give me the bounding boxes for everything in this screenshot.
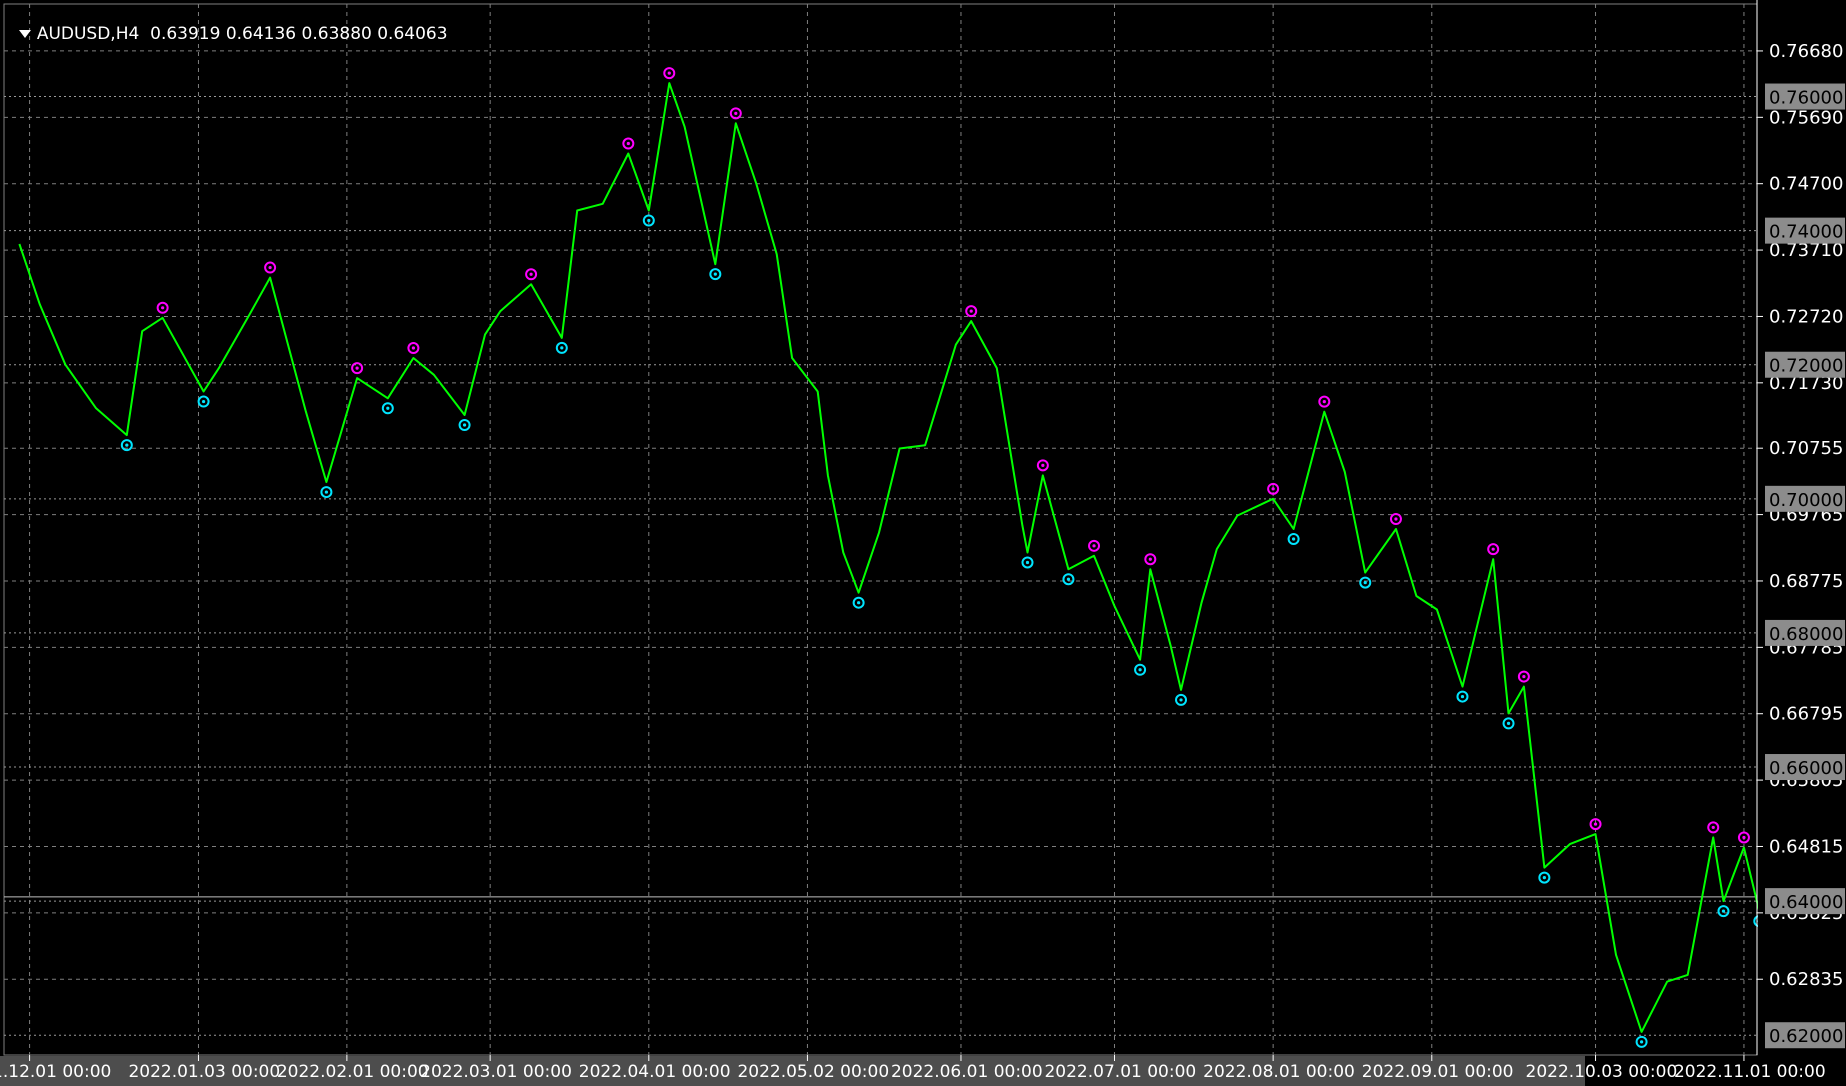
price-axis: 0.766800.756900.747000.737100.727200.717… — [1756, 0, 1846, 1086]
peak-marker-dot — [1742, 835, 1746, 840]
peak-marker-dot — [1394, 517, 1398, 521]
time-tick-label: 2022.11.01 00:00 — [1674, 1062, 1826, 1082]
trough-marker-dot — [1179, 698, 1183, 702]
price-chart[interactable]: 0.766800.756900.747000.737100.727200.717… — [0, 0, 1846, 1086]
price-tick-label: 0.66795 — [1769, 704, 1843, 725]
time-tick-label: 2022.09.01 00:00 — [1362, 1062, 1514, 1082]
trough-marker-dot — [1460, 694, 1465, 699]
chart-menu-triangle-icon[interactable] — [18, 30, 31, 38]
peak-marker-dot — [1271, 487, 1275, 491]
peak-marker-dot — [1148, 557, 1152, 561]
round-level-label: 0.74000 — [1769, 222, 1843, 243]
price-tick-label: 0.74700 — [1769, 174, 1843, 195]
peak-marker-dot — [1041, 463, 1045, 467]
price-tick-label: 0.76680 — [1769, 41, 1843, 62]
trough-marker-dot — [1066, 577, 1071, 581]
price-tick-label: 0.72720 — [1769, 306, 1843, 327]
trough-marker-dot — [647, 218, 651, 223]
ohlc-readout: 0.63919 0.64136 0.63880 0.64063 — [150, 24, 448, 44]
time-tick-label: 2022.07.01 00:00 — [1044, 1062, 1196, 1082]
trough-marker-dot — [857, 601, 861, 605]
peak-marker-dot — [1092, 544, 1096, 548]
trough-marker-dot — [125, 443, 129, 447]
round-level-label: 0.64000 — [1769, 892, 1843, 913]
trough-marker-dot — [1542, 875, 1546, 880]
price-tick-label: 0.75690 — [1769, 107, 1843, 128]
trough-marker-dot — [386, 406, 390, 410]
round-level-label: 0.70000 — [1769, 490, 1843, 511]
peak-marker-dot — [667, 71, 671, 75]
time-tick-label: 2022.03.01 00:00 — [420, 1062, 572, 1082]
time-tick-label: 2022.04.01 00:00 — [579, 1062, 731, 1082]
time-axis: 2021.12.01 00:00 2022.01.03 00:002022.02.… — [0, 1055, 1826, 1086]
trough-marker-dot — [324, 490, 329, 494]
price-tick-label: 0.62835 — [1769, 969, 1843, 990]
peak-marker-dot — [1711, 825, 1715, 830]
trough-marker-dot — [1506, 721, 1511, 725]
peak-marker-dot — [969, 309, 973, 313]
time-tick-label: 2022.08.01 00:00 — [1203, 1062, 1355, 1082]
peak-marker-dot — [529, 272, 533, 276]
time-tick-label: 2022.01.03 00:00 — [128, 1062, 280, 1082]
trough-marker-dot — [201, 399, 206, 404]
round-level-label: 0.76000 — [1769, 88, 1843, 109]
round-level-label: 0.62000 — [1769, 1026, 1843, 1047]
price-tick-label: 0.64815 — [1769, 836, 1843, 857]
trough-marker-dot — [1363, 580, 1367, 585]
price-tick-label: 0.68775 — [1769, 571, 1843, 592]
peak-marker-dot — [734, 111, 738, 115]
chart-background — [0, 0, 1846, 1086]
price-tick-label: 0.70755 — [1769, 438, 1843, 459]
time-tick-label: 2022.02.01 00:00 — [277, 1062, 429, 1082]
time-tick-label: 2022.06.01 00:00 — [891, 1062, 1043, 1082]
peak-marker-dot — [268, 265, 272, 270]
round-level-label: 0.68000 — [1769, 624, 1843, 645]
peak-marker-dot — [626, 141, 630, 146]
trough-marker-dot — [713, 272, 717, 276]
peak-marker-dot — [411, 346, 415, 350]
round-level-label: 0.66000 — [1769, 758, 1843, 779]
trough-marker-dot — [560, 346, 564, 350]
peak-marker-dot — [355, 366, 359, 370]
trough-marker-dot — [1292, 537, 1296, 541]
peak-marker-dot — [1522, 674, 1526, 679]
peak-marker-dot — [1491, 547, 1495, 551]
round-level-label: 0.72000 — [1769, 356, 1843, 377]
trough-marker-dot — [462, 423, 467, 427]
peak-marker-dot — [1593, 822, 1598, 826]
time-tick-label: 2022.05.02 00:00 — [737, 1062, 889, 1082]
trough-marker-dot — [1639, 1040, 1644, 1044]
symbol-label: AUDUSD,H4 — [36, 24, 140, 44]
trough-marker-dot — [1138, 668, 1142, 672]
peak-marker-dot — [161, 306, 165, 310]
peak-marker-dot — [1322, 400, 1326, 404]
trough-marker-dot — [1721, 909, 1726, 913]
time-tick-label: 2022.10.03 00:00 — [1526, 1062, 1678, 1082]
chart-header: AUDUSD,H4 0.63919 0.64136 0.63880 0.6406… — [8, 4, 448, 44]
trough-marker-dot — [1025, 560, 1030, 565]
time-tick-label: 2021.12.01 00:00 — [0, 1062, 111, 1082]
